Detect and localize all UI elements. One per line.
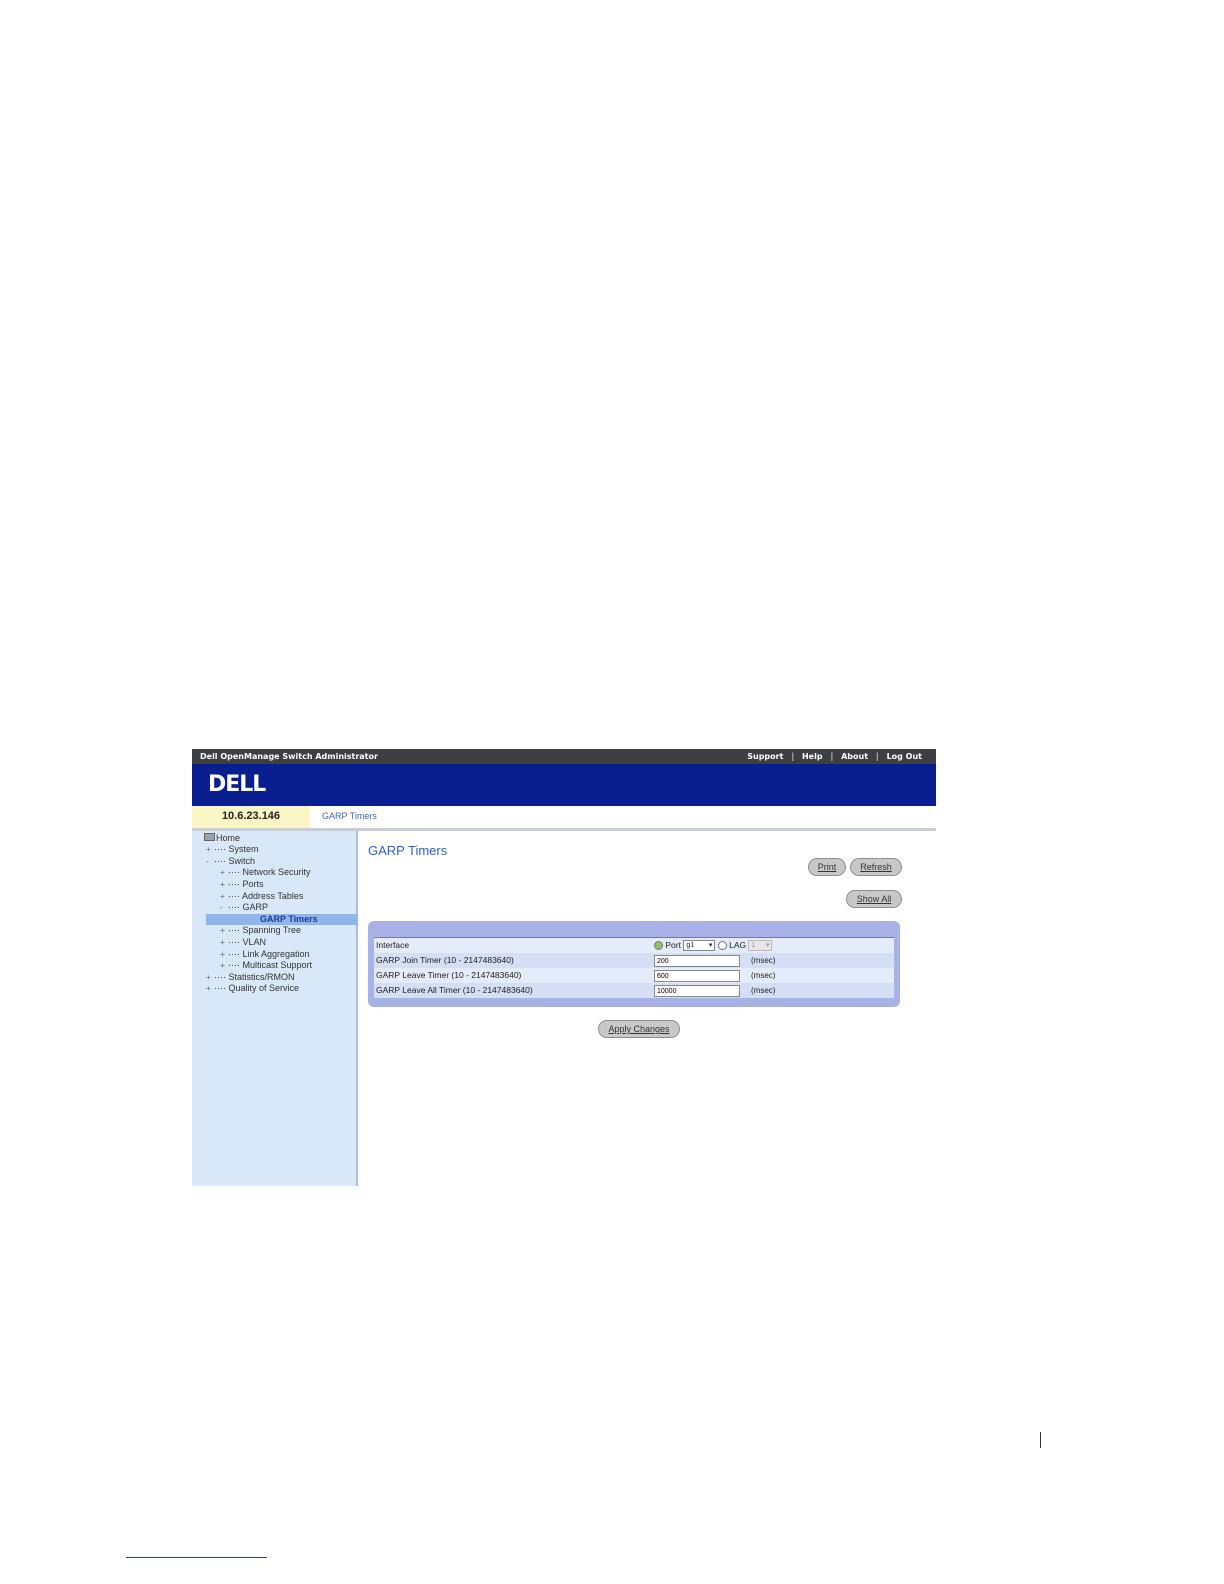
tree-item-home[interactable]: Home xyxy=(204,833,240,844)
expand-icon[interactable]: + xyxy=(220,949,228,960)
dell-logo: DELL xyxy=(208,772,266,797)
leave-timer-row: GARP Leave Timer (10 - 2147483640) (msec… xyxy=(374,968,894,983)
tree-item-ports[interactable]: + ···· Ports xyxy=(220,879,264,890)
leave-all-timer-unit: (msec) xyxy=(751,986,776,995)
logout-link[interactable]: Log Out xyxy=(879,749,930,764)
lag-radio[interactable] xyxy=(717,941,727,951)
interface-label: Interface xyxy=(376,940,410,950)
leave-all-timer-label: GARP Leave All Timer (10 - 2147483640) xyxy=(376,985,533,995)
expand-icon[interactable]: + xyxy=(206,844,214,855)
top-bar: Dell OpenManage Switch Administrator Sup… xyxy=(192,749,936,764)
expand-icon[interactable]: + xyxy=(220,960,228,971)
tree-item-spanning-tree[interactable]: + ···· Spanning Tree xyxy=(220,925,301,936)
tree-item-garp[interactable]: - ···· GARP xyxy=(220,902,268,913)
chevron-down-icon: ▾ xyxy=(765,942,770,950)
join-timer-label: GARP Join Timer (10 - 2147483640) xyxy=(376,955,514,965)
lag-radio-label: LAG xyxy=(729,940,747,950)
expand-icon[interactable]: + xyxy=(220,891,228,902)
tree-item-garp-timers[interactable]: GARP Timers xyxy=(206,914,378,925)
tree-item-vlan[interactable]: + ···· VLAN xyxy=(220,937,266,948)
tree-item-switch[interactable]: - ···· Switch xyxy=(206,856,255,867)
page-title: GARP Timers xyxy=(368,843,448,858)
support-link[interactable]: Support xyxy=(739,749,791,764)
expand-icon[interactable]: + xyxy=(220,879,228,890)
tree-item-statistics-rmon[interactable]: + ···· Statistics/RMON xyxy=(206,972,295,983)
settings-panel: Interface Port g1 ▾ LAG 1 ▾ GARP Join Ti… xyxy=(368,921,900,1007)
content-area: GARP Timers Print Refresh Show All Inter… xyxy=(358,831,936,1186)
collapse-icon[interactable]: - xyxy=(220,902,228,913)
join-timer-input[interactable] xyxy=(654,955,740,967)
tree-item-address-tables[interactable]: + ···· Address Tables xyxy=(220,891,303,902)
leave-all-timer-row: GARP Leave All Timer (10 - 2147483640) (… xyxy=(374,983,894,998)
leave-timer-label: GARP Leave Timer (10 - 2147483640) xyxy=(376,970,522,980)
brand-bar: DELL xyxy=(192,764,936,806)
join-timer-row: GARP Join Timer (10 - 2147483640) (msec) xyxy=(374,953,894,968)
tree-item-link-aggregation[interactable]: + ···· Link Aggregation xyxy=(220,949,310,960)
port-radio-label: Port xyxy=(665,940,681,950)
top-links: Support | Help | About | Log Out xyxy=(739,749,930,764)
page-footer-rule xyxy=(126,1557,267,1558)
interface-controls: Port g1 ▾ LAG 1 ▾ xyxy=(654,938,773,953)
port-radio[interactable] xyxy=(654,941,663,951)
expand-icon[interactable]: + xyxy=(220,867,228,878)
device-ip: 10.6.23.146 xyxy=(192,806,310,828)
leave-all-timer-input[interactable] xyxy=(654,985,740,997)
tree-item-network-security[interactable]: + ···· Network Security xyxy=(220,867,311,878)
tree-item-quality-of-service[interactable]: + ···· Quality of Service xyxy=(206,983,299,994)
leave-timer-unit: (msec) xyxy=(751,971,776,980)
interface-row: Interface Port g1 ▾ LAG 1 ▾ xyxy=(374,938,894,953)
show-all-button[interactable]: Show All xyxy=(846,890,902,908)
home-icon xyxy=(204,833,215,841)
tree-item-multicast-support[interactable]: + ···· Multicast Support xyxy=(220,960,312,971)
expand-icon[interactable]: + xyxy=(220,937,228,948)
apply-changes-button[interactable]: Apply Changes xyxy=(598,1020,680,1038)
expand-icon[interactable]: + xyxy=(206,983,214,994)
collapse-icon[interactable]: - xyxy=(206,856,214,867)
app-title: Dell OpenManage Switch Administrator xyxy=(200,752,378,761)
help-link[interactable]: Help xyxy=(794,749,831,764)
chevron-down-icon: ▾ xyxy=(708,942,713,950)
refresh-button[interactable]: Refresh xyxy=(850,858,902,876)
expand-icon[interactable]: + xyxy=(206,972,214,983)
lag-select[interactable]: 1 ▾ xyxy=(748,940,773,952)
about-link[interactable]: About xyxy=(833,749,876,764)
leave-timer-input[interactable] xyxy=(654,970,740,982)
join-timer-unit: (msec) xyxy=(751,956,776,965)
settings-table: Interface Port g1 ▾ LAG 1 ▾ GARP Join Ti… xyxy=(374,937,894,998)
nav-tree: Home + ···· System - ···· Switch + ···· Net… xyxy=(192,831,378,1186)
page-margin-mark xyxy=(1040,1432,1041,1448)
app-screenshot: Dell OpenManage Switch Administrator Sup… xyxy=(192,749,936,1186)
print-button[interactable]: Print xyxy=(808,858,846,876)
breadcrumb[interactable]: GARP Timers xyxy=(322,811,377,821)
address-bar: 10.6.23.146 GARP Timers xyxy=(192,806,936,831)
port-select[interactable]: g1 ▾ xyxy=(683,940,716,952)
tree-item-system[interactable]: + ···· System xyxy=(206,844,259,855)
expand-icon[interactable]: + xyxy=(220,925,228,936)
